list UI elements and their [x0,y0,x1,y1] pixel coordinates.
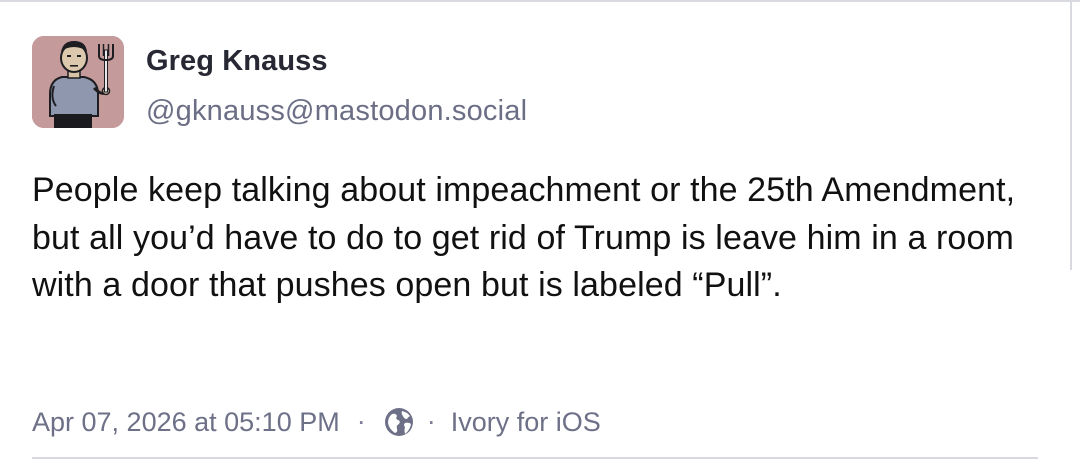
author-names: Greg Knauss @gknauss@mastodon.social [146,36,527,128]
meta-separator: · [426,405,436,436]
card-right-border [1070,2,1072,270]
post-card: Greg Knauss @gknauss@mastodon.social Peo… [0,0,1080,460]
bottom-divider [32,457,1038,459]
post-timestamp[interactable]: Apr 07, 2026 at 05:10 PM [32,407,340,438]
post-meta: Apr 07, 2026 at 05:10 PM · · Ivory for i… [32,402,601,442]
author-handle[interactable]: @gknauss@mastodon.social [146,95,527,128]
avatar-illustration-icon [32,36,124,128]
post-header: Greg Knauss @gknauss@mastodon.social [32,36,527,132]
author-display-name[interactable]: Greg Knauss [146,45,527,78]
post-client[interactable]: Ivory for iOS [451,407,601,438]
avatar[interactable] [32,36,124,128]
post-body-text: People keep talking about impeachment or… [32,171,1016,304]
meta-separator: · [356,405,366,436]
globe-icon [383,406,415,438]
